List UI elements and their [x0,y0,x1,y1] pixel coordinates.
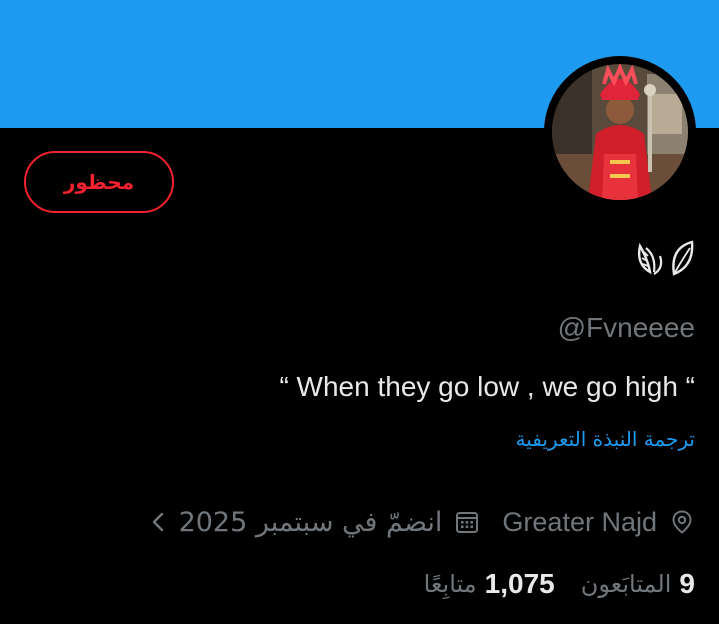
leaves-emoji [634,238,698,280]
following-link[interactable]: 1,075 متابِعًا [424,568,555,600]
translate-bio-link[interactable]: ترجمة النبذة التعريفية [516,427,695,451]
joined-item: انضمّ في سبتمبر 2025 [147,507,481,538]
following-label: متابِعًا [423,570,477,598]
follow-stats-row: 9 المتابَعون 1,075 متابِعًا [424,562,695,606]
joined-text: انضمّ في سبتمبر 2025 [178,506,443,538]
followers-link[interactable]: 9 المتابَعون [581,568,695,600]
following-count: 1,075 [484,568,555,599]
followers-count: 9 [679,568,695,599]
profile-handle: @Fvneeee [557,312,695,343]
followers-label: المتابَعون [580,570,672,598]
chevron-left-icon[interactable] [147,509,169,535]
location-text: Greater Najd [502,506,657,537]
avatar[interactable] [552,64,688,200]
location-item: Greater Najd [502,507,695,538]
blocked-button[interactable]: محظور [24,151,174,213]
profile-bio: “ When they go low , we go high “ [279,371,695,402]
location-pin-icon [669,509,695,535]
calendar-icon [454,509,480,535]
profile-meta-row: Greater Najd انضمّ في سبتمبر 2025 [147,500,695,544]
